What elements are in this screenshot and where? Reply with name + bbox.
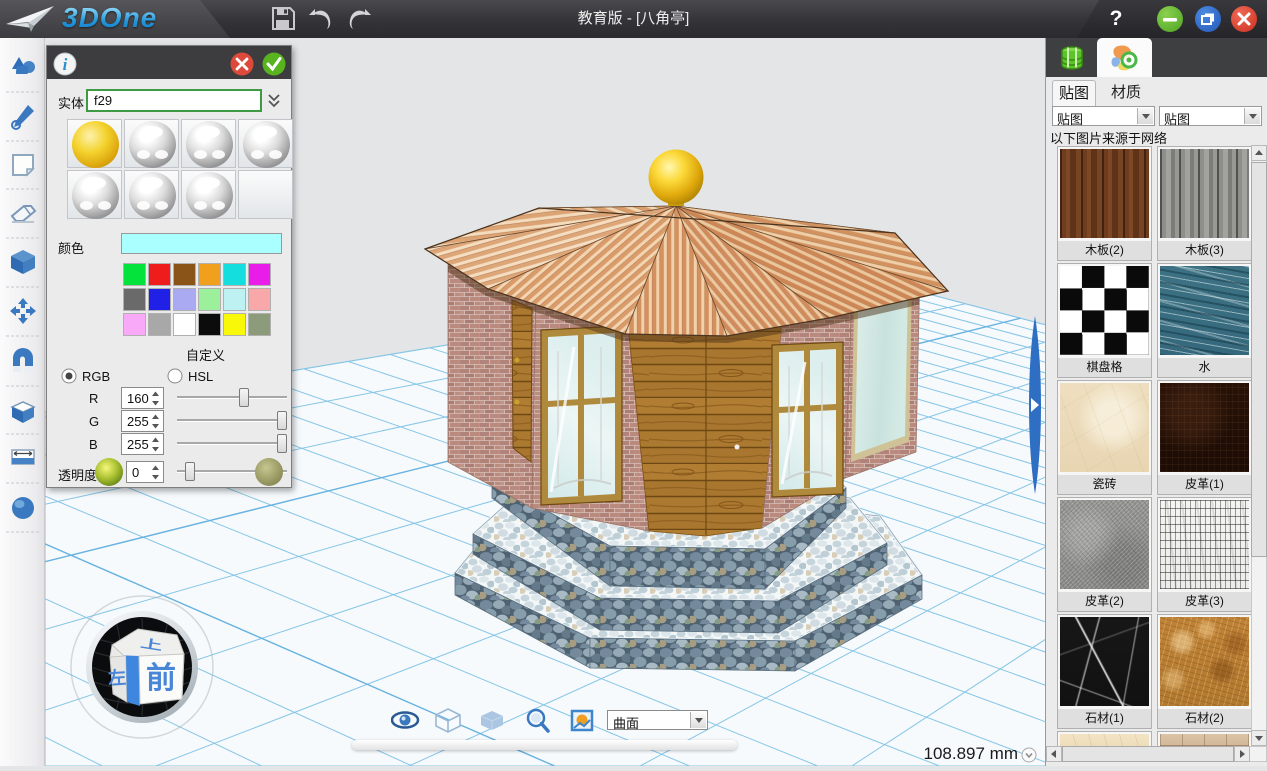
svg-text:前: 前 xyxy=(146,662,176,695)
svg-text:左: 左 xyxy=(107,666,126,688)
svg-text:i: i xyxy=(63,55,68,74)
